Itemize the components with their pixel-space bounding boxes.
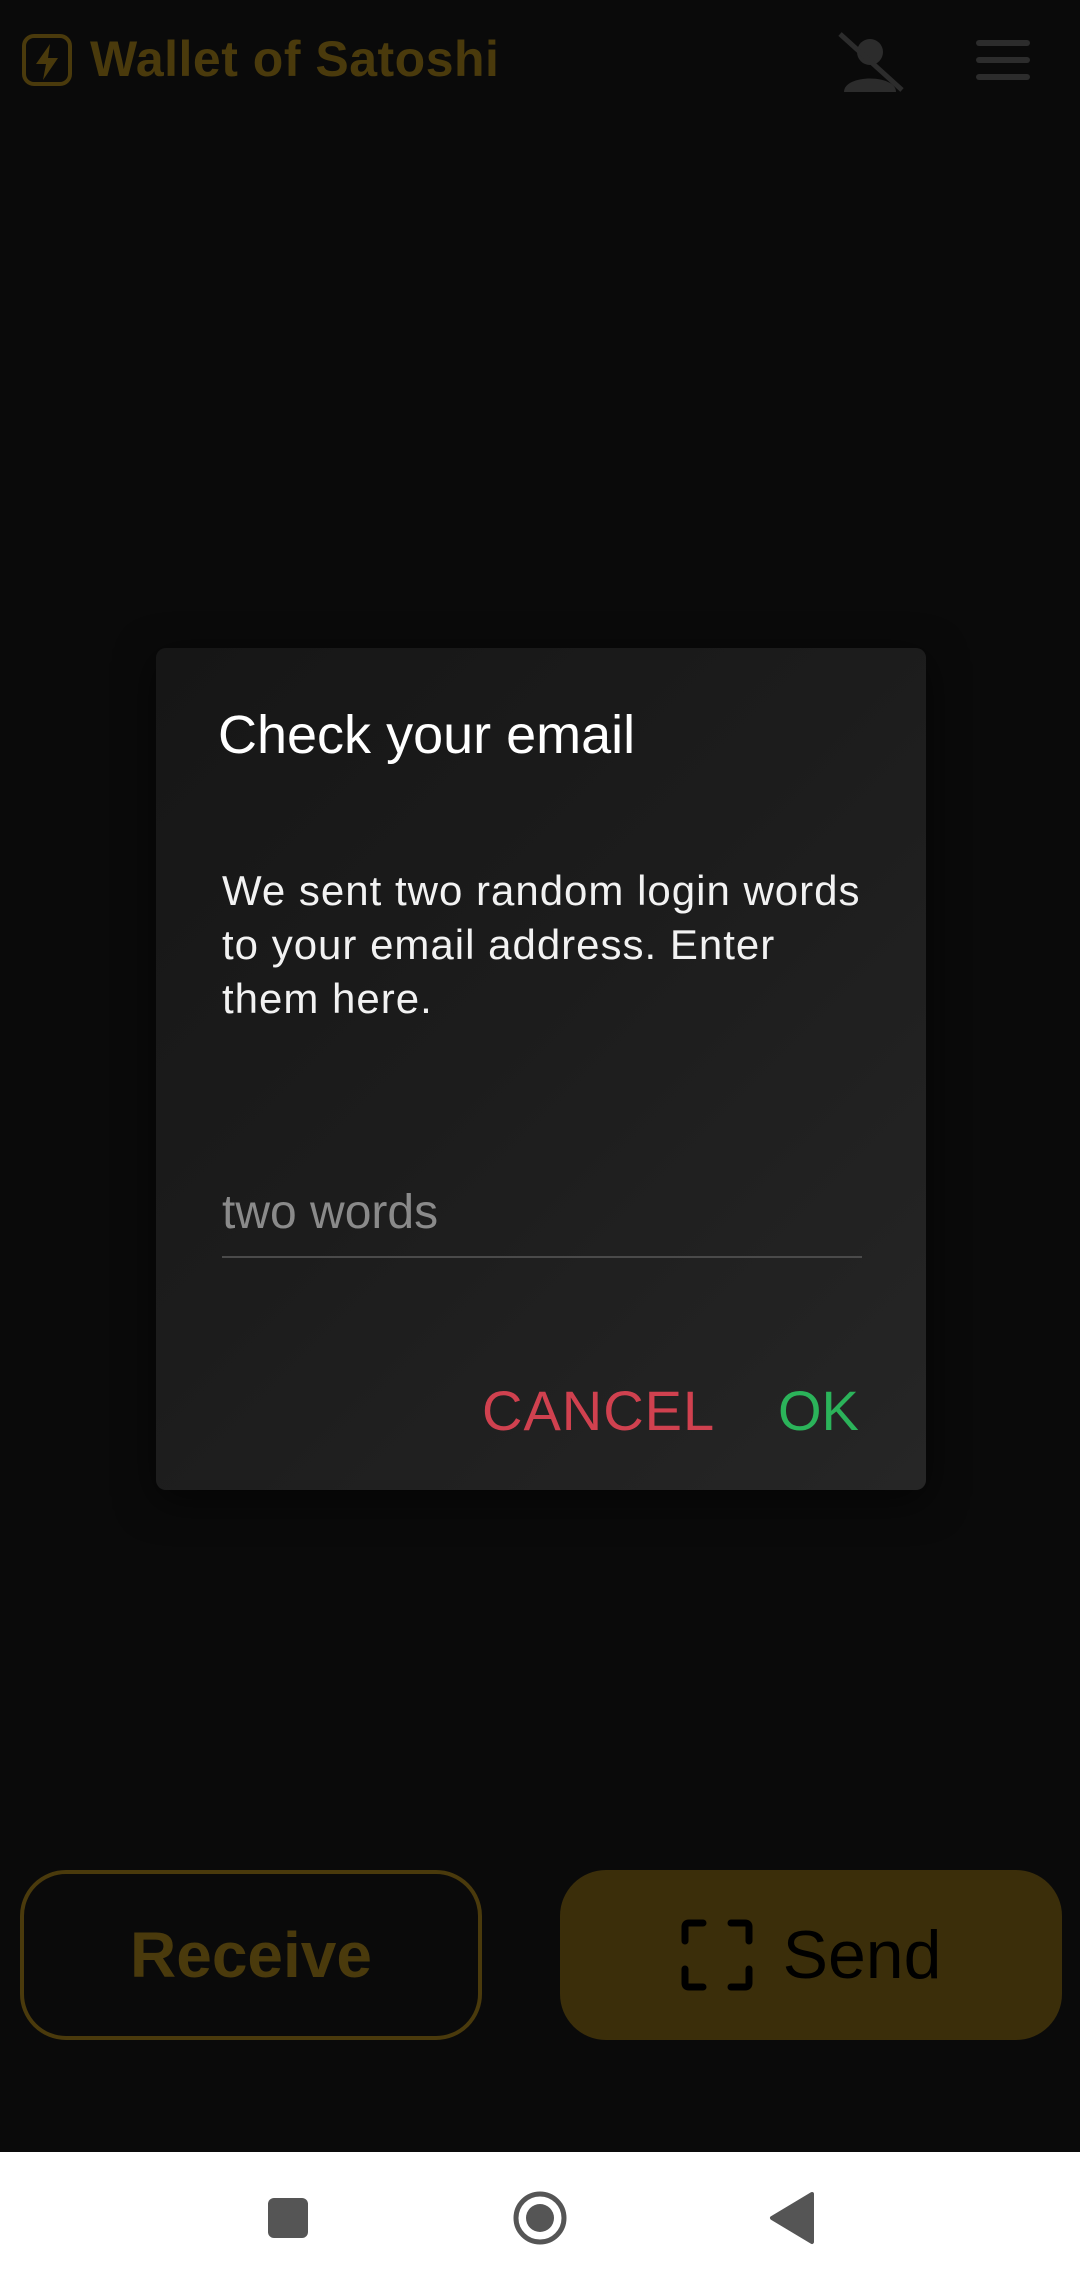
system-navigation-bar	[0, 2152, 1080, 2283]
back-triangle-icon[interactable]	[766, 2190, 816, 2246]
app-title: Wallet of Satoshi	[90, 31, 500, 87]
dialog-message: We sent two random login words to your e…	[222, 867, 861, 1022]
receive-button[interactable]: Receive	[20, 1870, 482, 2040]
ok-button[interactable]: OK	[778, 1378, 859, 1443]
home-circle-icon[interactable]	[512, 2190, 568, 2246]
login-words-dialog: Check your email We sent two random logi…	[156, 648, 926, 1490]
scan-qr-icon	[681, 1919, 753, 1991]
lightning-bolt-icon	[22, 34, 72, 86]
dialog-title: Check your email	[218, 705, 636, 765]
login-words-input[interactable]	[222, 1168, 862, 1258]
profile-crossed-icon[interactable]	[836, 30, 906, 94]
cancel-button[interactable]: CANCEL	[482, 1378, 715, 1443]
screen: Wallet of Satoshi Receive Send Check you…	[0, 0, 1080, 2283]
app-background: Wallet of Satoshi Receive Send Check you…	[0, 0, 1080, 2152]
receive-label: Receive	[130, 1919, 372, 1991]
recents-square-icon[interactable]	[268, 2198, 308, 2238]
hamburger-menu-icon[interactable]	[976, 40, 1030, 80]
send-label: Send	[782, 1917, 942, 1993]
send-button[interactable]: Send	[560, 1870, 1062, 2040]
header: Wallet of Satoshi	[0, 0, 1080, 125]
